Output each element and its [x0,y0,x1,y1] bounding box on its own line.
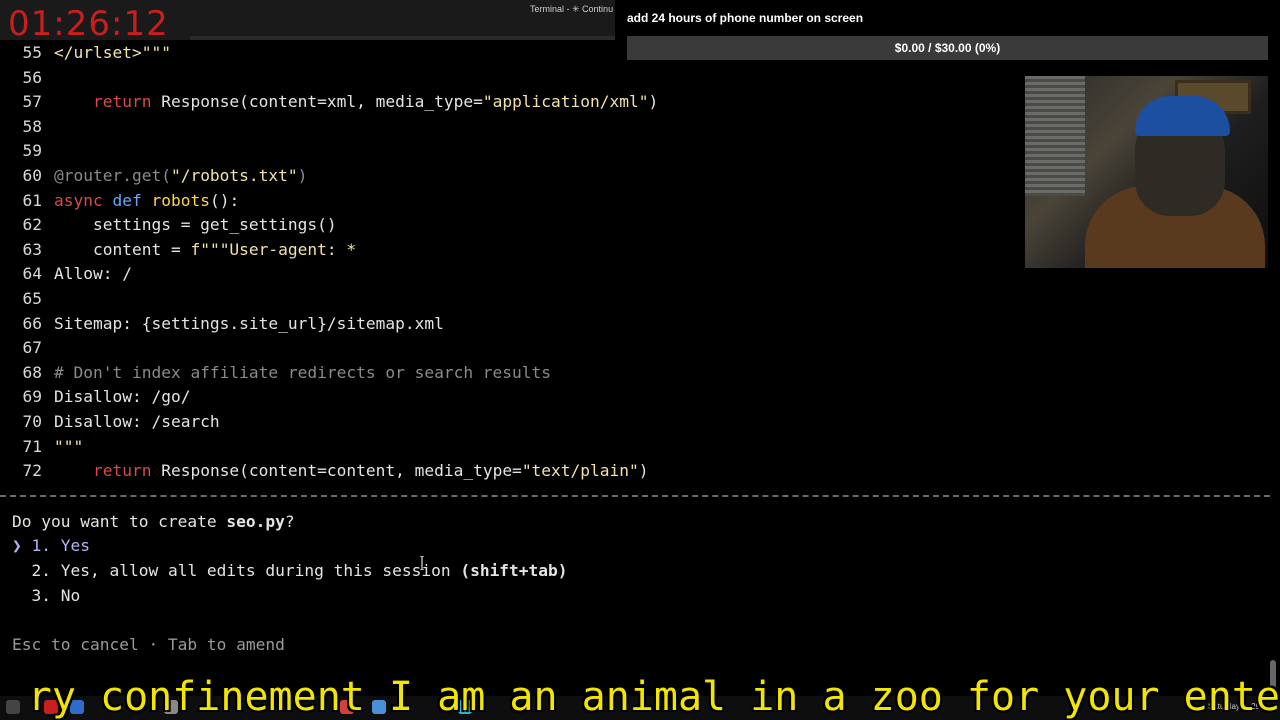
text-cursor-icon [420,556,424,570]
code-token: # Don't index affiliate redirects or sea… [54,362,552,382]
code-token: return [92,461,152,481]
goal-title: add 24 hours of phone number on screen [627,11,864,25]
webcam-window-blinds [1025,76,1085,196]
line-number: 62 [22,215,43,235]
code-token: Response(content=xml, media_type= [151,92,483,112]
window-title: Terminal - ✳ Continu [530,4,614,14]
code-token: </urlset>""" [54,43,171,62]
code-token: Allow: / [54,264,132,284]
code-token: "text/plain" [521,461,639,481]
line-number: 69 [22,387,43,407]
code-token: return [92,92,152,112]
stream-caption: ry confinement I am an animal in a zoo f… [0,674,1280,720]
line-number: 71 [22,436,43,456]
dialog-hint: Esc to cancel · Tab to amend [12,635,285,654]
line-number: 59 [22,141,43,161]
line-source: content = f"""User-agent: * [54,238,356,262]
line-source: Allow: / [54,262,132,286]
caption-text: ry confinement I am an animal in a zoo f… [27,674,1280,720]
option-yes-allow-all[interactable]: 2. Yes, allow all edits during this sess… [12,559,568,583]
line-source: </urlset>""" [54,41,171,65]
code-token: settings = get_settings() [54,215,337,235]
create-file-prompt: Do you want to create seo.py? [12,510,295,534]
code-token: @router.get( [54,166,171,185]
code-token: "/robots.txt" [170,166,298,185]
line-source: return Response(content=content, media_t… [54,459,649,483]
code-token: ) [648,92,659,112]
line-number: 66 [22,313,43,333]
option-label: Yes [60,536,90,555]
code-token: ) [297,166,308,185]
stream-clock: 01:26:12 [8,4,169,44]
line-source: Sitemap: {settings.site_url}/sitemap.xml [54,312,444,336]
line-number: 60 [22,166,43,185]
line-source: Disallow: /go/ [54,385,190,409]
line-number: 63 [22,239,43,259]
dialog-separator [0,495,1270,497]
line-number: 57 [22,92,43,112]
option-number: 3. [31,586,52,605]
option-shortcut: (shift+tab) [460,561,568,580]
prompt-question-mark: ? [284,512,295,531]
code-token: """ [54,436,84,456]
line-source: settings = get_settings() [54,213,337,237]
option-number: 1. [31,536,52,555]
line-number: 70 [22,412,43,431]
option-label: No [60,586,81,605]
option-yes[interactable]: 1. Yes [12,534,91,558]
code-token: f"""User-agent: * [190,239,357,259]
line-source: Disallow: /search [54,410,220,434]
code-token: (): [209,190,240,210]
line-number: 72 [22,461,43,481]
code-token: Sitemap: {settings.site_url}/sitemap.xml [54,313,444,333]
option-no[interactable]: 3. No [12,584,81,608]
code-token: robots [151,190,210,210]
line-number: 65 [22,289,43,308]
prompt-filename: seo.py [226,512,285,531]
line-source: return Response(content=xml, media_type=… [54,90,658,114]
line-number: 67 [22,338,43,358]
line-number: 56 [22,67,43,87]
line-source: async def robots(): [54,189,239,213]
goal-progress-bar: $0.00 / $30.00 (0%) [627,36,1268,60]
line-number: 61 [22,190,43,210]
line-number: 64 [22,264,43,284]
line-source: @router.get("/robots.txt") [54,164,307,188]
option-label: Yes, allow all edits during this session [60,561,451,580]
line-number: 58 [22,116,43,136]
code-token: ) [638,461,649,481]
code-token: def [112,190,142,210]
code-token: "application/xml" [482,92,649,112]
line-number: 68 [22,362,43,382]
line-number: 55 [22,43,43,62]
line-source: # Don't index affiliate redirects or sea… [54,361,551,385]
donation-goal-widget: add 24 hours of phone number on screen $… [615,0,1280,70]
webcam-feed [1025,76,1268,268]
code-token: Disallow: /go/ [54,387,191,407]
prompt-question: Do you want to create [12,512,227,531]
code-token: async [54,190,103,210]
option-number: 2. [31,561,52,580]
line-source: """ [54,435,83,459]
code-token: Disallow: /search [54,412,220,431]
stream-top-bar: 01:26:12 Terminal - ✳ Continu [0,0,615,44]
code-token: content = [54,239,191,259]
goal-progress-text: $0.00 / $30.00 (0%) [894,41,1001,55]
title-bar-strip [190,36,615,40]
code-token: Response(content=content, media_type= [151,461,522,481]
